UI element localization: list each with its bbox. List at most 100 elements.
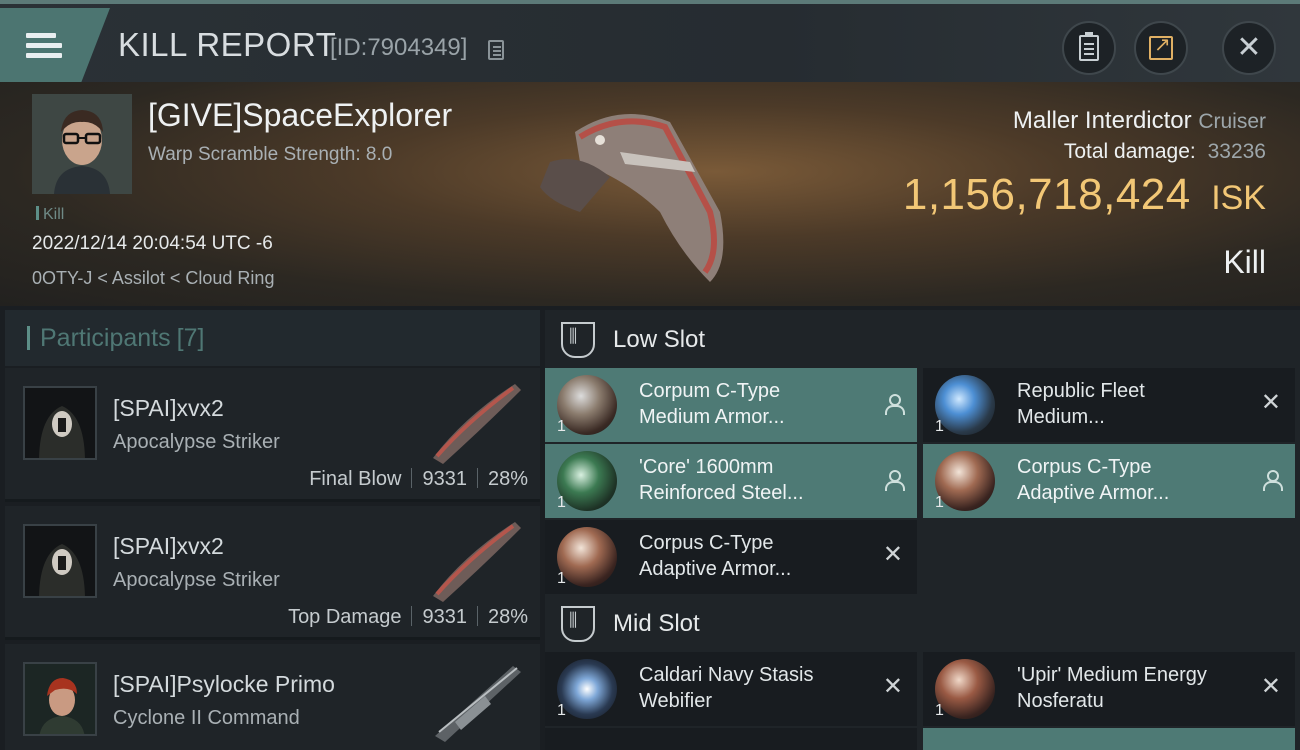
close-icon: ✕ — [1260, 673, 1281, 700]
module-item[interactable]: 1 'Core' 1600mm Reinforced Steel... — [545, 444, 917, 518]
mid-slot-label: Mid Slot — [613, 610, 700, 637]
participants-header: Participants [7] — [5, 310, 540, 366]
clipboard-icon — [1079, 32, 1099, 61]
participant-row[interactable]: [SPAI]xvx2 Apocalypse Striker Top Damage… — [5, 506, 540, 640]
kill-banner: [GIVE]SpaceExplorer Warp Scramble Streng… — [0, 82, 1300, 306]
module-quantity: 1 — [935, 494, 944, 511]
module-quantity: 1 — [557, 702, 566, 719]
low-slot-icon — [561, 322, 595, 358]
copy-id-icon[interactable] — [488, 40, 504, 60]
participant-avatar — [23, 524, 97, 598]
module-name: 'Core' 1600mm Reinforced Steel... — [639, 456, 804, 504]
module-item[interactable]: 1 Caldari Navy Stasis Webifier ✕ — [545, 652, 917, 726]
participant-role: Top Damage — [288, 606, 402, 628]
participants-panel: Participants [7] [SPAI]xvx2 Apocalypse S… — [5, 310, 540, 750]
module-name: Caldari Navy Stasis Webifier — [639, 664, 814, 712]
kill-location[interactable]: 0OTY-J < Assilot < Cloud Ring — [32, 268, 274, 289]
participant-role: Final Blow — [309, 468, 402, 490]
ship-class: Cruiser — [1198, 110, 1266, 133]
total-damage-value: 33236 — [1207, 140, 1266, 163]
module-item[interactable]: 1 Corpum C-Type Medium Armor... — [545, 368, 917, 442]
participant-name: [SPAI]xvx2 — [113, 395, 224, 421]
module-quantity: 1 — [557, 418, 566, 435]
share-button[interactable] — [1134, 21, 1188, 75]
module-name: Corpum C-Type Medium Armor... — [639, 380, 785, 428]
participant-name: [SPAI]xvx2 — [113, 533, 224, 559]
module-name: Republic Fleet Medium... — [1017, 380, 1145, 428]
participant-avatar — [23, 662, 97, 736]
participant-name: [SPAI]Psylocke Primo — [113, 671, 335, 697]
kill-result: Kill — [1223, 244, 1266, 280]
module-quantity: 1 — [935, 702, 944, 719]
module-item[interactable]: 1 Corpus C-Type Adaptive Armor... — [923, 444, 1295, 518]
module-quantity: 1 — [557, 494, 566, 511]
warp-scramble-strength: Warp Scramble Strength: 8.0 — [148, 144, 393, 165]
participant-ship: Apocalypse Striker — [113, 431, 280, 453]
top-bar: KILL REPORT [ID:7904349] ✕ — [0, 0, 1300, 82]
close-icon: ✕ — [882, 541, 903, 568]
participant-damage: 9331 — [422, 606, 467, 628]
module-icon — [935, 375, 995, 435]
participants-title: Participants — [40, 323, 171, 352]
participant-percent: 28% — [487, 468, 528, 490]
person-icon — [885, 470, 905, 491]
participant-ship: Cyclone II Command — [113, 707, 300, 729]
participant-ship: Apocalypse Striker — [113, 569, 280, 591]
isk-value: 1,156,718,424 — [902, 170, 1191, 219]
participant-row[interactable]: [SPAI]xvx2 Apocalypse Striker Final Blow… — [5, 368, 540, 502]
module-icon — [935, 451, 995, 511]
module-name: 'Upir' Medium Energy Nosferatu — [1017, 664, 1207, 712]
close-icon: ✕ — [1236, 31, 1262, 64]
ship-name-line: Maller Interdictor Cruiser — [1013, 107, 1266, 135]
total-damage-label: Total damage: — [1063, 140, 1196, 163]
module-icon — [557, 375, 617, 435]
participant-damage: 9331 — [422, 468, 467, 490]
total-damage: Total damage: 33236 — [1064, 140, 1266, 164]
participant-percent: 28% — [487, 606, 528, 628]
module-item[interactable]: 1 'Upir' Medium Energy Nosferatu ✕ — [923, 652, 1295, 726]
kill-tag: Kill — [36, 206, 64, 224]
module-item[interactable]: 1 Corpus C-Type Adaptive Armor... ✕ — [545, 520, 917, 594]
module-item-partial[interactable] — [923, 728, 1295, 750]
mid-slot-header: Mid Slot — [545, 594, 1300, 654]
victim-ship-image[interactable] — [520, 92, 750, 297]
participant-stats: Top Damage 9331 28% — [288, 606, 528, 629]
participant-row[interactable]: [SPAI]Psylocke Primo Cyclone II Command — [5, 644, 540, 750]
module-item[interactable]: 1 Republic Fleet Medium... ✕ — [923, 368, 1295, 442]
menu-button[interactable] — [0, 8, 110, 82]
participant-ship-image — [435, 666, 521, 742]
person-icon — [1263, 470, 1283, 491]
module-quantity: 1 — [557, 570, 566, 587]
victim-name[interactable]: [GIVE]SpaceExplorer — [148, 97, 452, 134]
person-icon — [885, 394, 905, 415]
low-slot-header: Low Slot — [545, 310, 1300, 370]
module-icon — [557, 659, 617, 719]
report-id: [ID:7904349] — [330, 34, 468, 61]
fitting-panel: Low Slot 1 Corpum C-TypeMedium Armor... … — [545, 310, 1300, 750]
hamburger-icon — [26, 28, 62, 63]
module-icon — [557, 527, 617, 587]
victim-portrait[interactable] — [32, 94, 132, 194]
mid-slot-icon — [561, 606, 595, 642]
low-slot-label: Low Slot — [613, 326, 706, 353]
module-icon — [557, 451, 617, 511]
module-icon — [935, 659, 995, 719]
module-name: Corpus C-Type Adaptive Armor... — [639, 532, 792, 580]
close-icon: ✕ — [1260, 389, 1281, 416]
page-title: KILL REPORT — [118, 26, 337, 63]
kill-datetime: 2022/12/14 20:04:54 UTC -6 — [32, 233, 273, 254]
module-item-partial[interactable] — [545, 728, 917, 750]
participant-stats: Final Blow 9331 28% — [309, 468, 528, 491]
participants-count: [7] — [176, 323, 205, 352]
module-name: Corpus C-Type Adaptive Armor... — [1017, 456, 1170, 504]
isk-value-line: 1,156,718,424 ISK — [903, 170, 1266, 220]
participant-ship-image — [433, 522, 521, 602]
isk-unit: ISK — [1211, 179, 1266, 217]
close-icon: ✕ — [882, 673, 903, 700]
share-icon — [1149, 32, 1173, 60]
close-button[interactable]: ✕ — [1222, 21, 1276, 75]
participant-avatar — [23, 386, 97, 460]
module-quantity: 1 — [935, 418, 944, 435]
ship-name[interactable]: Maller Interdictor — [1013, 107, 1192, 134]
clipboard-button[interactable] — [1062, 21, 1116, 75]
